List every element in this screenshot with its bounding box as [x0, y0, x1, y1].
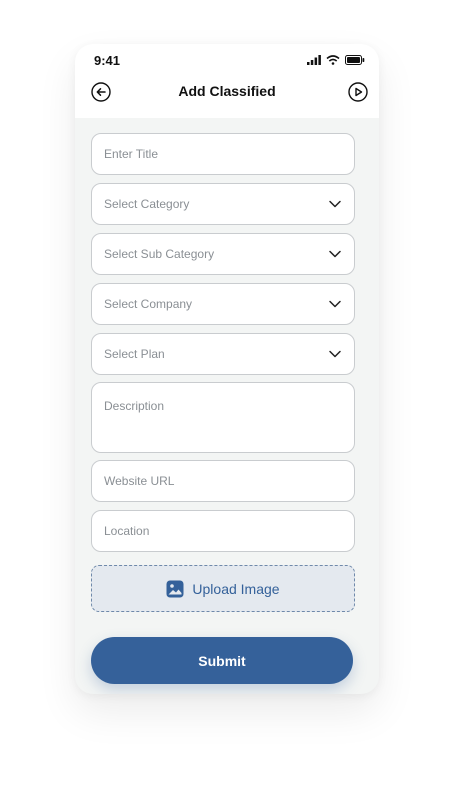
- battery-icon: [345, 55, 365, 65]
- upload-image-label: Upload Image: [192, 580, 280, 597]
- plan-select[interactable]: Select Plan: [91, 333, 355, 375]
- status-icons: [307, 54, 365, 66]
- submit-label: Submit: [198, 652, 246, 669]
- image-icon: [166, 580, 184, 597]
- chevron-down-icon: [329, 350, 341, 358]
- company-select[interactable]: Select Company: [91, 283, 355, 325]
- page-title: Add Classified: [178, 83, 276, 99]
- chevron-down-icon: [329, 200, 341, 208]
- play-button[interactable]: [347, 81, 369, 103]
- chevron-down-icon: [329, 250, 341, 258]
- submit-button[interactable]: Submit: [91, 637, 353, 684]
- title-bar: Add Classified: [75, 74, 379, 110]
- sub-category-placeholder: Select Sub Category: [104, 247, 215, 261]
- play-circle-icon: [348, 82, 368, 102]
- status-time: 9:41: [94, 53, 121, 68]
- signal-icon: [307, 55, 321, 65]
- upload-image-button[interactable]: Upload Image: [91, 565, 355, 612]
- sub-category-select[interactable]: Select Sub Category: [91, 233, 355, 275]
- phone-screen: 9:41 Add Classified Enter Title Select C…: [75, 44, 379, 694]
- status-bar: 9:41: [75, 44, 379, 74]
- title-placeholder: Enter Title: [104, 147, 159, 161]
- wifi-icon: [326, 55, 340, 65]
- app-header: 9:41 Add Classified: [75, 44, 379, 118]
- location-placeholder: Location: [104, 524, 150, 538]
- location-input[interactable]: Location: [91, 510, 355, 552]
- category-placeholder: Select Category: [104, 197, 190, 211]
- website-url-input[interactable]: Website URL: [91, 460, 355, 502]
- company-placeholder: Select Company: [104, 297, 193, 311]
- description-textarea[interactable]: Description: [91, 382, 355, 453]
- plan-placeholder: Select Plan: [104, 347, 165, 361]
- chevron-down-icon: [329, 300, 341, 308]
- description-placeholder: Description: [104, 399, 165, 413]
- category-select[interactable]: Select Category: [91, 183, 355, 225]
- website-placeholder: Website URL: [104, 474, 175, 488]
- title-input[interactable]: Enter Title: [91, 133, 355, 175]
